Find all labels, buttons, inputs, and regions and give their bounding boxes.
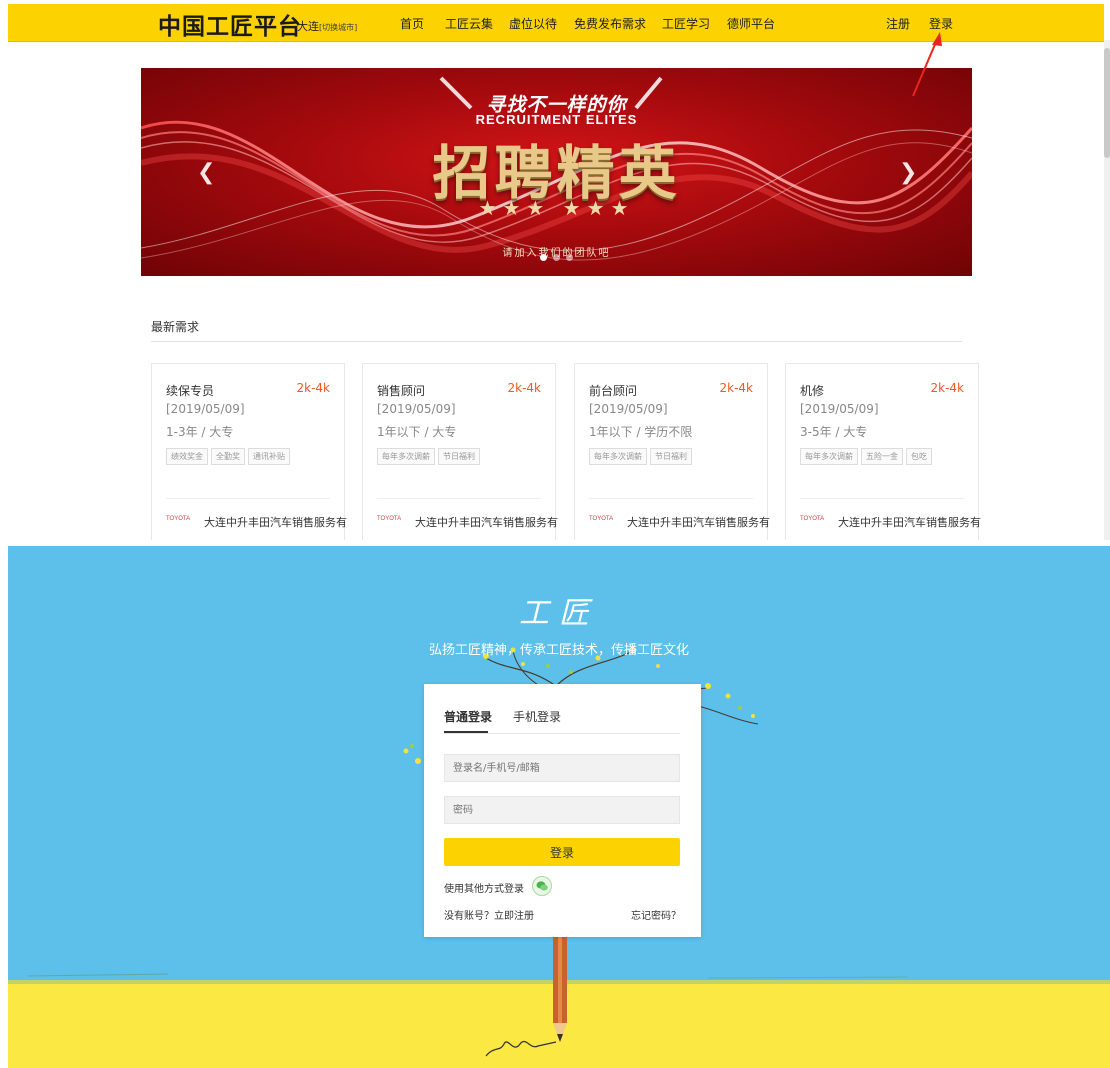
carousel-dot[interactable]	[540, 254, 547, 261]
job-card[interactable]: 续保专员 2k-4k [2019/05/09] 1-3年 / 大专 绩效奖金 全勤…	[151, 363, 347, 540]
nav-teacher-platform[interactable]: 德师平台	[727, 15, 775, 32]
company-name[interactable]: 大连中升丰田汽车销售服务有	[838, 514, 981, 530]
job-tag: 每年多次调薪	[800, 448, 858, 465]
job-tag: 全勤奖	[211, 448, 245, 465]
job-tags: 绩效奖金 全勤奖 通讯补贴	[166, 444, 293, 465]
card-divider	[377, 498, 541, 499]
register-link[interactable]: 没有账号？立即注册	[444, 907, 534, 922]
carousel-indicators	[141, 246, 972, 265]
card-divider	[800, 498, 964, 499]
banner-subtitle-en: RECRUITMENT ELITES	[475, 112, 638, 127]
homepage-screenshot: 中国工匠平台 大连[切换城市] 首页 工匠云集 虚位以待 免费发布需求 工匠学习…	[0, 0, 1110, 540]
job-salary: 2k-4k	[296, 381, 331, 395]
nav-post-demand[interactable]: 免费发布需求	[574, 15, 646, 32]
job-tags: 每年多次调薪 五险一金 包吃	[800, 444, 935, 465]
company-logo: TOYOTA	[166, 516, 191, 522]
company-name[interactable]: 大连中升丰田汽车销售服务有	[415, 514, 558, 530]
password-input[interactable]	[444, 796, 680, 824]
card-divider	[166, 498, 330, 499]
job-title: 续保专员	[166, 384, 215, 398]
wechat-glyph	[536, 881, 548, 891]
card-divider	[589, 498, 753, 499]
active-tab-indicator	[444, 731, 488, 733]
job-tag: 每年多次调薪	[377, 448, 435, 465]
job-tag: 节日福利	[650, 448, 692, 465]
job-tag: 每年多次调薪	[589, 448, 647, 465]
job-tag: 通讯补贴	[248, 448, 290, 465]
job-requirement: 1年以下 / 大专	[377, 425, 457, 439]
tab-phone-login[interactable]: 手机登录	[513, 708, 561, 725]
nav-jobs[interactable]: 虚位以待	[509, 15, 557, 32]
carousel-dot[interactable]	[553, 254, 560, 261]
company-logo: TOYOTA	[377, 516, 402, 522]
top-navbar: 中国工匠平台 大连[切换城市] 首页 工匠云集 虚位以待 免费发布需求 工匠学习…	[8, 4, 1104, 42]
chevron-right-icon[interactable]: ❯	[899, 160, 917, 185]
wechat-icon[interactable]	[532, 876, 552, 896]
section-title: 最新需求	[151, 320, 200, 334]
city-selector[interactable]: 大连[切换城市]	[297, 18, 357, 34]
banner-stars: ★★★ ★★★	[478, 196, 635, 220]
carousel-dot[interactable]	[566, 254, 573, 261]
other-login-label: 使用其他方式登录	[444, 884, 524, 895]
site-logo: 工匠	[519, 596, 599, 631]
job-title: 前台顾问	[589, 384, 638, 398]
site-brand[interactable]: 中国工匠平台	[158, 7, 302, 41]
job-salary: 2k-4k	[507, 381, 542, 395]
job-salary: 2k-4k	[930, 381, 965, 395]
nav-learning[interactable]: 工匠学习	[662, 15, 710, 32]
job-date: [2019/05/09]	[589, 402, 668, 416]
login-form: 普通登录 手机登录 登录 使用其他方式登录 没有账号？立即注册 忘记密码？	[424, 684, 701, 937]
company-logo: TOYOTA	[589, 516, 614, 522]
site-slogan: 弘扬工匠精神，传承工匠技术，传播工匠文化	[428, 643, 689, 658]
nav-home[interactable]: 首页	[400, 15, 424, 32]
job-tags: 每年多次调薪 节日福利	[589, 444, 695, 465]
company-name[interactable]: 大连中升丰田汽车销售服务有	[627, 514, 770, 530]
tab-normal-login[interactable]: 普通登录	[444, 708, 492, 725]
forgot-password-link[interactable]: 忘记密码？	[631, 907, 681, 922]
job-tag: 五险一金	[861, 448, 903, 465]
nav-craftsmen[interactable]: 工匠云集	[445, 15, 493, 32]
scrollbar-thumb[interactable]	[1104, 48, 1110, 158]
job-requirement: 3-5年 / 大专	[800, 425, 868, 439]
job-title: 销售顾问	[377, 384, 426, 398]
job-card[interactable]: 机修 2k-4k [2019/05/09] 3-5年 / 大专 每年多次调薪 五险…	[785, 363, 981, 540]
job-tag: 包吃	[906, 448, 932, 465]
job-card[interactable]: 前台顾问 2k-4k [2019/05/09] 1年以下 / 学历不限 每年多次…	[574, 363, 770, 540]
switch-city-link[interactable]: [切换城市]	[319, 23, 357, 32]
username-input[interactable]	[444, 754, 680, 782]
current-city: 大连	[297, 20, 319, 33]
job-tag: 绩效奖金	[166, 448, 208, 465]
job-requirement: 1-3年 / 大专	[166, 425, 234, 439]
login-page-screenshot: 工匠 弘扬工匠精神，传承工匠技术，传播工匠文化 普通登录 手机登录 登录 使用其…	[8, 546, 1110, 1068]
job-date: [2019/05/09]	[377, 402, 456, 416]
job-date: [2019/05/09]	[166, 402, 245, 416]
job-tags: 每年多次调薪 节日福利	[377, 444, 483, 465]
job-date: [2019/05/09]	[800, 402, 879, 416]
login-submit-button[interactable]: 登录	[444, 838, 680, 866]
section-divider	[151, 341, 962, 342]
job-card[interactable]: 销售顾问 2k-4k [2019/05/09] 1年以下 / 大专 每年多次调薪…	[362, 363, 558, 540]
register-link[interactable]: 注册	[886, 15, 910, 32]
job-salary: 2k-4k	[719, 381, 754, 395]
job-tag: 节日福利	[438, 448, 480, 465]
company-name[interactable]: 大连中升丰田汽车销售服务有	[204, 514, 347, 530]
company-logo: TOYOTA	[800, 516, 825, 522]
chevron-left-icon[interactable]: ❮	[197, 160, 215, 185]
job-title: 机修	[800, 384, 825, 398]
login-link[interactable]: 登录	[929, 15, 953, 32]
login-tabs: 普通登录 手机登录	[444, 684, 680, 734]
recruitment-banner[interactable]: 寻找不一样的你 RECRUITMENT ELITES 招聘精英 ★★★ ★★★ …	[141, 68, 972, 276]
job-requirement: 1年以下 / 学历不限	[589, 425, 693, 439]
